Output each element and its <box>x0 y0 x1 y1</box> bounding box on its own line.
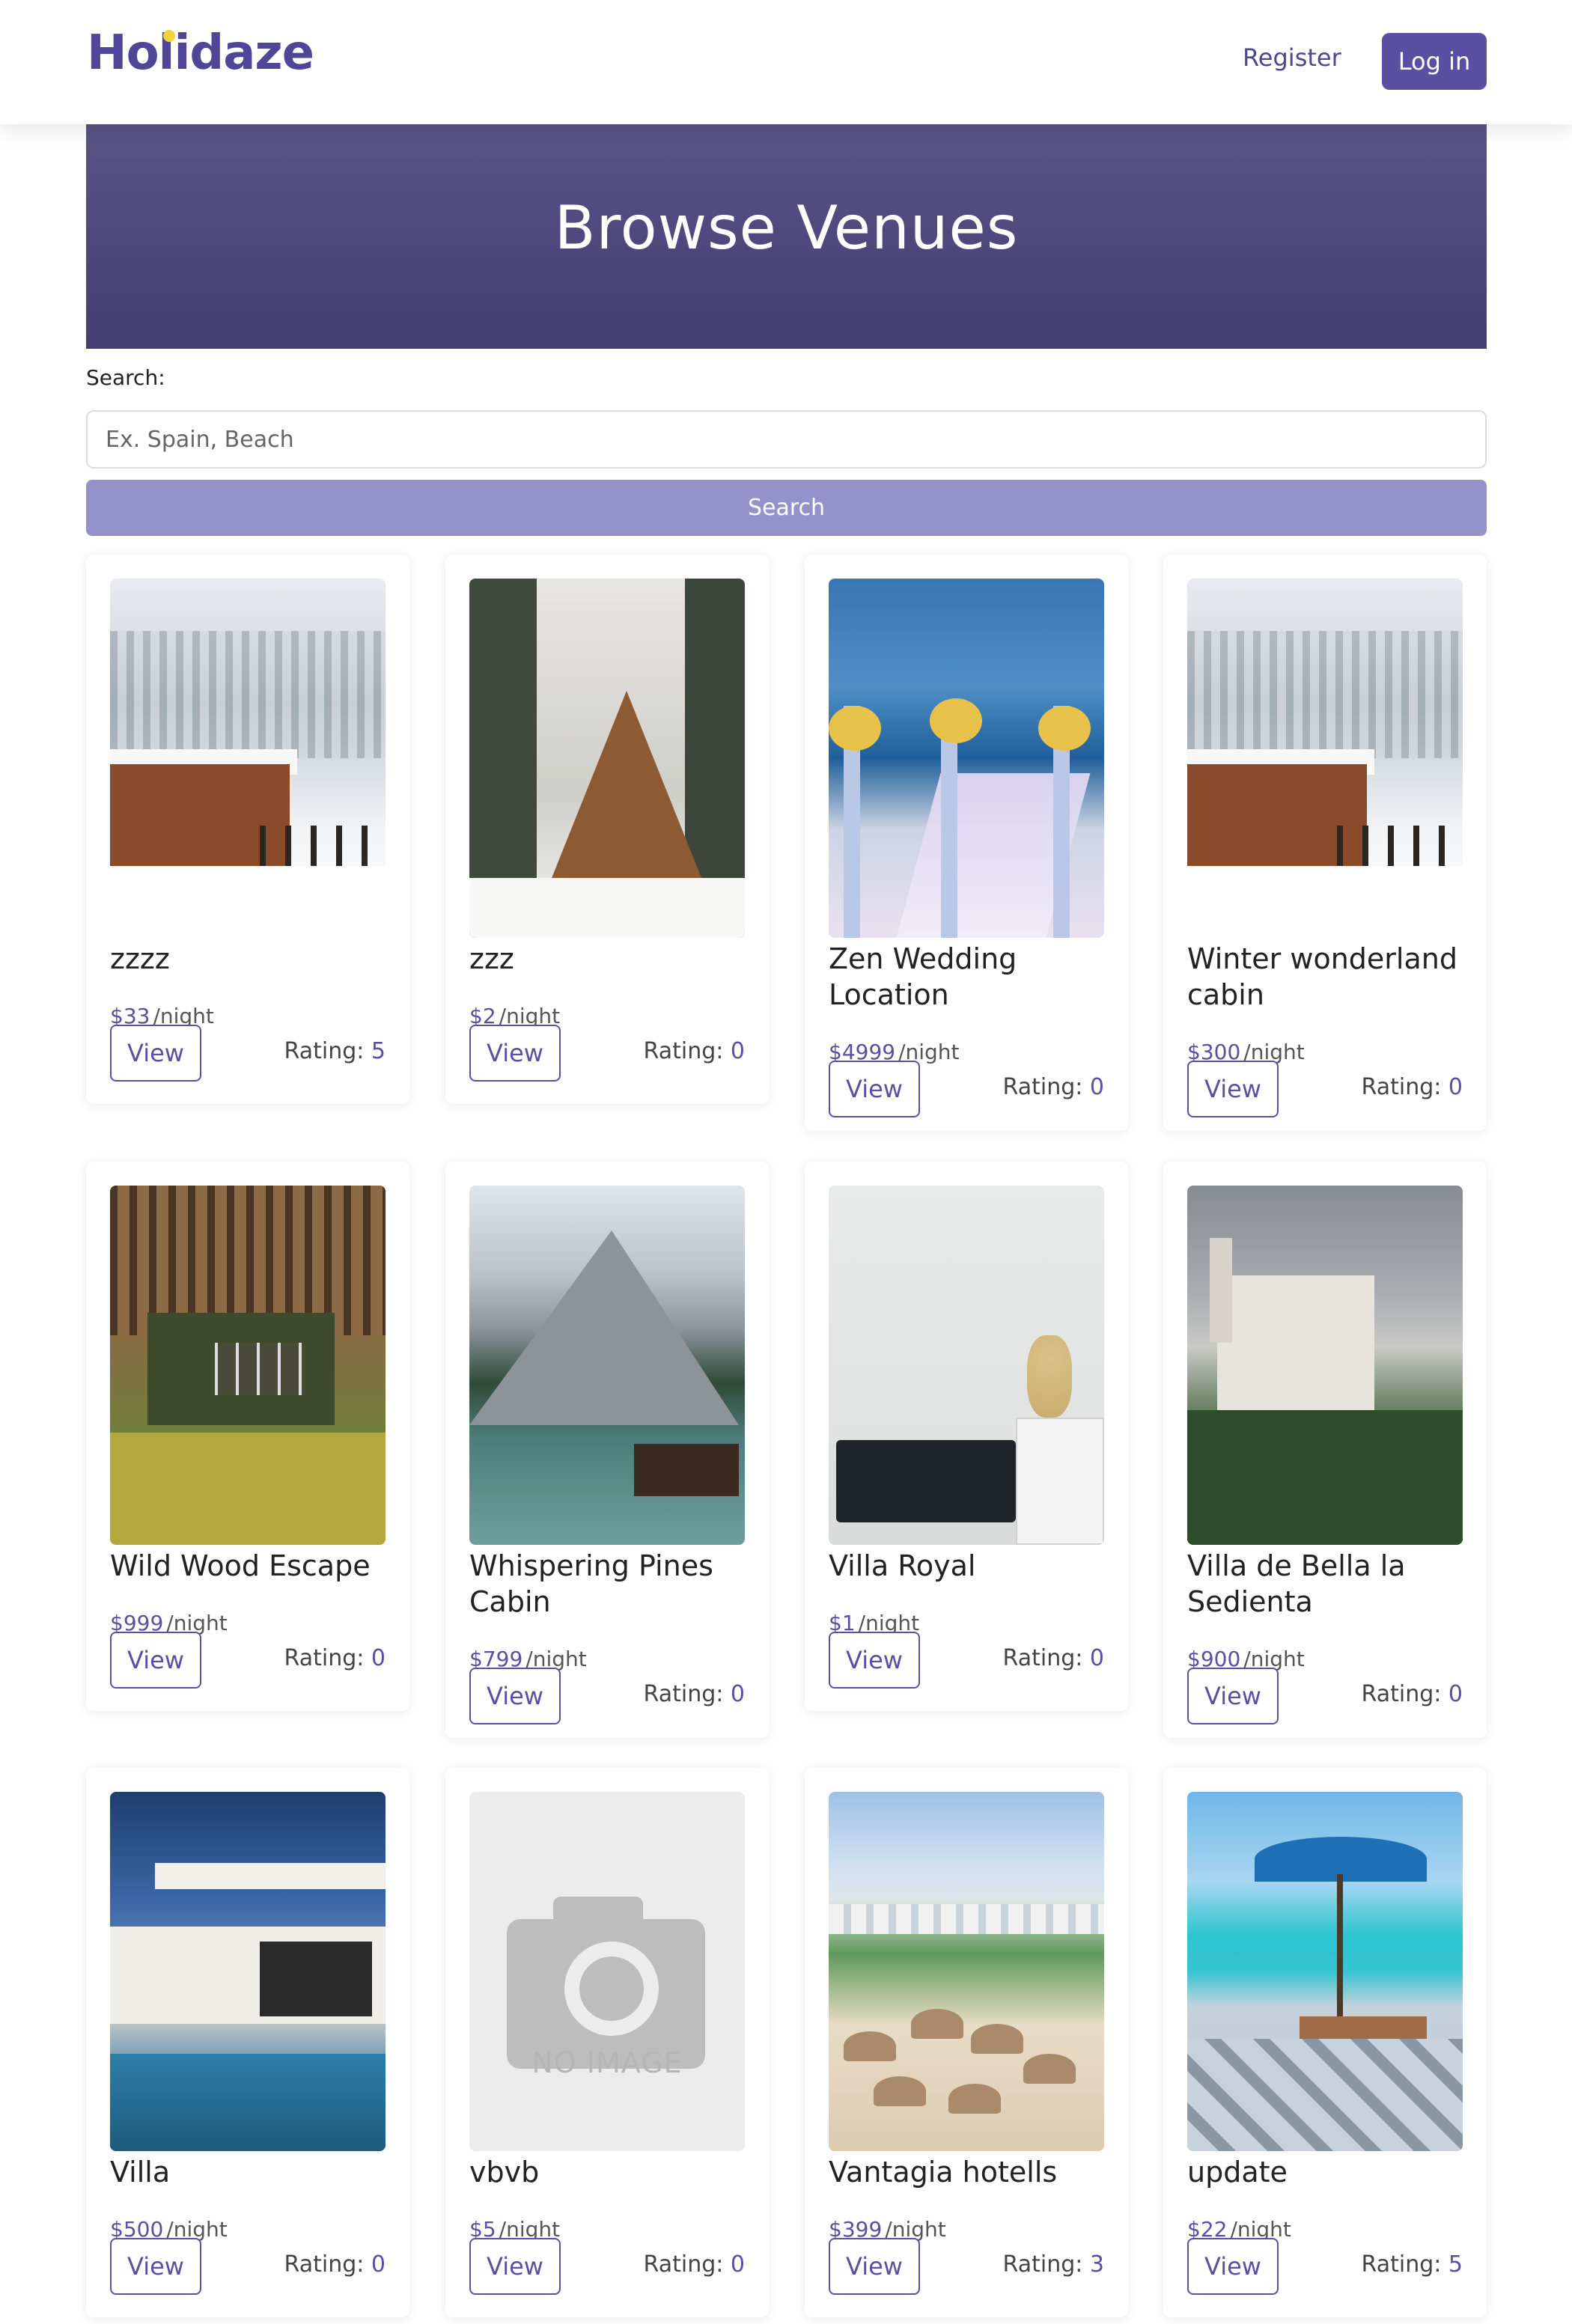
view-button[interactable]: View <box>1187 1061 1279 1117</box>
rating-value: 0 <box>730 1038 745 1064</box>
venue-rating: Rating: 0 <box>644 2251 745 2278</box>
rating-value: 0 <box>1448 1681 1463 1707</box>
search-button[interactable]: Search <box>86 480 1487 536</box>
venue-rating: Rating: 0 <box>644 1681 745 1707</box>
view-button[interactable]: View <box>469 1025 561 1082</box>
venue-image[interactable] <box>829 579 1104 938</box>
rating-value: 0 <box>1089 1074 1104 1100</box>
venue-rating: Rating: 0 <box>644 1038 745 1064</box>
venue-card: zzz $2/night View Rating: 0 <box>445 555 769 1104</box>
venue-name: Zen Wedding Location <box>829 942 1017 1011</box>
venue-name: Whispering Pines Cabin <box>469 1549 713 1618</box>
view-button[interactable]: View <box>110 2238 201 2295</box>
rating-value: 0 <box>1448 1074 1463 1100</box>
rating-label: Rating: <box>284 2251 371 2278</box>
rating-label: Rating: <box>1002 2251 1090 2278</box>
venue-name: Wild Wood Escape <box>110 1549 371 1582</box>
venue-name: Winter wonderland cabin <box>1187 942 1457 1011</box>
logo[interactable]: Holidaze <box>87 25 314 81</box>
venue-image[interactable] <box>110 579 386 938</box>
navbar: Holidaze Register Log in <box>0 0 1572 124</box>
view-button[interactable]: View <box>110 1025 201 1082</box>
rating-label: Rating: <box>284 1038 371 1064</box>
hero-banner: Browse Venues <box>86 124 1487 349</box>
venue-rating: Rating: 3 <box>1003 2251 1104 2278</box>
venue-card: Winter wonderland cabin $300/night View … <box>1163 555 1487 1131</box>
venue-image[interactable] <box>1187 1792 1463 2151</box>
view-button[interactable]: View <box>829 1632 920 1689</box>
venue-card: Vantagia hotells $399/night View Rating:… <box>805 1768 1128 2317</box>
venue-card: Villa $500/night View Rating: 0 <box>86 1768 409 2317</box>
venue-name: zzzz <box>110 942 170 975</box>
venue-rating: Rating: 5 <box>284 1038 386 1064</box>
venue-name: Villa de Bella la Sedienta <box>1187 1549 1406 1618</box>
login-button[interactable]: Log in <box>1382 33 1487 90</box>
rating-label: Rating: <box>1002 1645 1090 1671</box>
view-button[interactable]: View <box>829 1061 920 1117</box>
view-button[interactable]: View <box>469 2238 561 2295</box>
rating-label: Rating: <box>1002 1074 1090 1100</box>
rating-label: Rating: <box>643 2251 731 2278</box>
venue-image[interactable] <box>1187 1186 1463 1545</box>
view-button[interactable]: View <box>1187 1668 1279 1724</box>
venue-image[interactable] <box>110 1792 386 2151</box>
venue-card: Villa Royal $1/night View Rating: 0 <box>805 1162 1128 1711</box>
camera-icon: NO IMAGE <box>469 1792 745 2151</box>
venue-name: Villa Royal <box>829 1549 976 1582</box>
rating-label: Rating: <box>1361 2251 1448 2278</box>
rating-value: 0 <box>730 2251 745 2278</box>
page-title: Browse Venues <box>554 193 1019 263</box>
rating-value: 3 <box>1089 2251 1104 2278</box>
venue-rating: Rating: 0 <box>284 1645 386 1671</box>
no-image-text: NO IMAGE <box>531 2046 683 2079</box>
view-button[interactable]: View <box>1187 2238 1279 2295</box>
venue-card: Villa de Bella la Sedienta $900/night Vi… <box>1163 1162 1487 1738</box>
venue-rating: Rating: 0 <box>1362 1681 1463 1707</box>
venue-card: Whispering Pines Cabin $799/night View R… <box>445 1162 769 1738</box>
rating-label: Rating: <box>284 1645 371 1671</box>
venue-image[interactable] <box>1187 579 1463 938</box>
rating-label: Rating: <box>643 1038 731 1064</box>
rating-value: 0 <box>371 1645 386 1671</box>
rating-value: 0 <box>730 1681 745 1707</box>
venue-rating: Rating: 0 <box>1003 1645 1104 1671</box>
venue-card: Zen Wedding Location $4999/night View Ra… <box>805 555 1128 1131</box>
venue-card: Wild Wood Escape $999/night View Rating:… <box>86 1162 409 1711</box>
rating-value: 0 <box>371 2251 386 2278</box>
rating-label: Rating: <box>1361 1681 1448 1707</box>
logo-dot-icon <box>163 30 175 42</box>
venue-name: Villa <box>110 2156 171 2189</box>
search-input[interactable] <box>86 410 1487 469</box>
rating-value: 5 <box>371 1038 386 1064</box>
search-label: Search: <box>86 365 165 390</box>
rating-value: 5 <box>1448 2251 1463 2278</box>
venue-rating: Rating: 5 <box>1362 2251 1463 2278</box>
venue-rating: Rating: 0 <box>1003 1074 1104 1100</box>
venue-image[interactable] <box>469 579 745 938</box>
venue-image[interactable] <box>110 1186 386 1545</box>
view-button[interactable]: View <box>829 2238 920 2295</box>
venue-card: update $22/night View Rating: 5 <box>1163 1768 1487 2317</box>
rating-label: Rating: <box>1361 1074 1448 1100</box>
view-button[interactable]: View <box>469 1668 561 1724</box>
view-button[interactable]: View <box>110 1632 201 1689</box>
rating-value: 0 <box>1089 1645 1104 1671</box>
venue-name: vbvb <box>469 2156 540 2189</box>
venue-image[interactable] <box>829 1186 1104 1545</box>
venue-name: Vantagia hotells <box>829 2156 1058 2189</box>
venue-rating: Rating: 0 <box>284 2251 386 2278</box>
register-link[interactable]: Register <box>1243 43 1341 72</box>
venue-image[interactable] <box>829 1792 1104 2151</box>
venue-card: zzzz $33/night View Rating: 5 <box>86 555 409 1104</box>
venue-card: NO IMAGE vbvb $5/night View Rating: 0 <box>445 1768 769 2317</box>
venue-name: zzz <box>469 942 514 975</box>
venue-image[interactable] <box>469 1186 745 1545</box>
venue-name: update <box>1187 2156 1288 2189</box>
rating-label: Rating: <box>643 1681 731 1707</box>
venue-image[interactable]: NO IMAGE <box>469 1792 745 2151</box>
venue-rating: Rating: 0 <box>1362 1074 1463 1100</box>
